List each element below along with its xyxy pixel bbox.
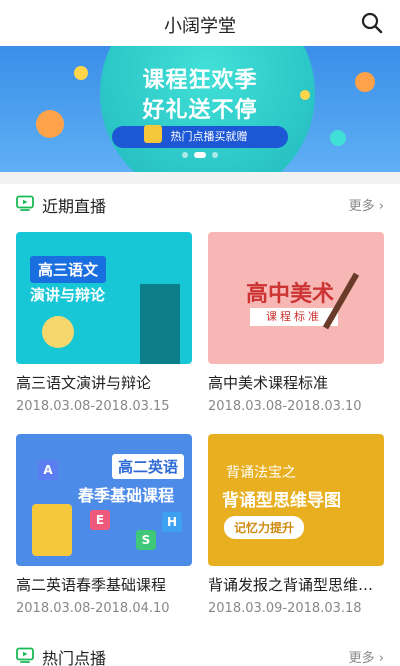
section-divider: [0, 172, 400, 184]
section-header-vod: 热门点播 更多 ›: [0, 636, 400, 666]
course-date: 2018.03.08-2018.03.10: [208, 399, 362, 414]
more-link[interactable]: 更多 ›: [349, 195, 384, 214]
thumb-subtitle: 演讲与辩论: [30, 286, 106, 304]
course-card[interactable]: 高三语文 演讲与辩论 高三语文演讲与辩论 2018.03.08-2018.03.…: [16, 232, 192, 414]
course-thumbnail[interactable]: 高二英语 春季基础课程 A E S H: [16, 434, 192, 566]
course-name[interactable]: 背诵发报之背诵型思维导图: [208, 574, 384, 595]
podium-icon: [140, 284, 180, 364]
carousel-dot-active[interactable]: [194, 152, 206, 158]
gift-icon: [144, 125, 162, 143]
carousel-dot[interactable]: [212, 152, 218, 158]
promo-banner[interactable]: 课程狂欢季 好礼送不停 热门点播买就赠: [0, 46, 400, 172]
carousel-dots: [0, 143, 400, 162]
more-link[interactable]: 更多 ›: [349, 647, 384, 666]
book-mascot-icon: [32, 504, 72, 556]
section-title: 近期直播: [42, 197, 107, 216]
thumb-title: 高中美术: [246, 282, 335, 307]
course-date: 2018.03.08-2018.03.15: [16, 399, 170, 414]
letter-cube-e: E: [90, 510, 110, 530]
carousel-dot[interactable]: [182, 152, 188, 158]
thumb-subtitle: 春季基础课程: [78, 486, 175, 505]
app-title: 小阔学堂: [164, 16, 236, 37]
letter-cube-s: S: [136, 530, 156, 550]
section-header-live: 近期直播 更多 ›: [0, 184, 400, 224]
course-thumbnail[interactable]: 高中美术 课程标准: [208, 232, 384, 364]
top-bar: 小阔学堂: [0, 0, 400, 46]
search-icon[interactable]: [360, 11, 384, 35]
letter-cube-a: A: [38, 460, 58, 480]
course-thumbnail[interactable]: 背诵法宝之 背诵型思维导图 记忆力提升: [208, 434, 384, 566]
letter-cube-h: H: [162, 512, 182, 532]
course-card[interactable]: 高二英语 春季基础课程 A E S H 高二英语春季基础课程 2018.03.0…: [16, 434, 192, 616]
thumb-tag: 记忆力提升: [224, 516, 305, 539]
microphone-icon: [42, 316, 74, 348]
tv-icon: [16, 647, 34, 663]
course-name[interactable]: 高二英语春季基础课程: [16, 574, 192, 595]
course-date: 2018.03.09-2018.03.18: [208, 601, 362, 616]
banner-headline-2: 好礼送不停: [142, 98, 258, 123]
course-date: 2018.03.08-2018.04.10: [16, 601, 170, 616]
thumb-tag: 高二英语: [112, 454, 185, 479]
section-title: 热门点播: [42, 649, 107, 666]
thumb-subtitle: 背诵法宝之: [226, 465, 296, 481]
course-name[interactable]: 高三语文演讲与辩论: [16, 372, 192, 393]
thumb-title: 背诵型思维导图: [222, 491, 341, 511]
course-card[interactable]: 背诵法宝之 背诵型思维导图 记忆力提升 背诵发报之背诵型思维导图 2018.03…: [208, 434, 384, 616]
course-thumbnail[interactable]: 高三语文 演讲与辩论: [16, 232, 192, 364]
course-card[interactable]: 高中美术 课程标准 高中美术课程标准 2018.03.08-2018.03.10: [208, 232, 384, 414]
course-name[interactable]: 高中美术课程标准: [208, 372, 384, 393]
thumb-tag: 高三语文: [30, 256, 107, 283]
tv-icon: [16, 195, 34, 211]
banner-headline-1: 课程狂欢季: [142, 68, 258, 93]
